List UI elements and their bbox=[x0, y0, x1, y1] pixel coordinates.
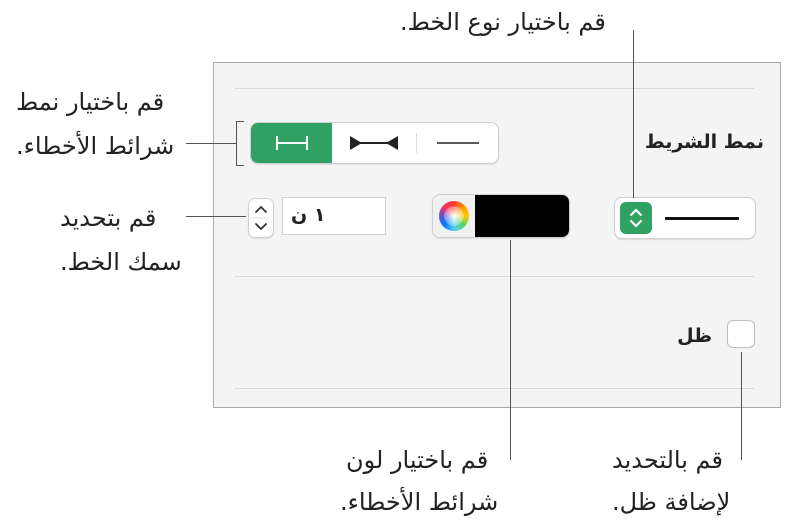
callout-line-width-line1: قم بتحديد bbox=[60, 204, 157, 232]
callout-line-shadow bbox=[741, 352, 742, 460]
callout-endpoint-style-line2: شرائط الأخطاء. bbox=[16, 132, 175, 160]
callout-line-line-width bbox=[186, 216, 246, 217]
callout-line-line-type bbox=[633, 30, 634, 198]
callout-line-width-line2: سمك الخط. bbox=[60, 248, 182, 276]
endpoint-style-option-none[interactable] bbox=[417, 123, 498, 163]
divider-middle bbox=[234, 276, 754, 277]
callout-shadow-line2: لإضافة ظل. bbox=[612, 488, 731, 516]
color-wheel-button[interactable] bbox=[433, 195, 475, 237]
callout-line-line-color bbox=[510, 240, 511, 460]
line-width-value: ١ ن bbox=[291, 204, 326, 226]
line-type-popup[interactable] bbox=[614, 197, 756, 239]
popup-chevron-icon bbox=[620, 202, 652, 234]
callout-line-type: قم باختيار نوع الخط. bbox=[400, 8, 606, 36]
divider-top bbox=[234, 88, 754, 89]
shadow-checkbox[interactable] bbox=[727, 320, 755, 348]
solid-line-preview bbox=[665, 217, 739, 220]
callout-bracket-vertical bbox=[236, 121, 237, 165]
endpoint-style-option-bar-caps[interactable] bbox=[251, 123, 332, 163]
line-width-field[interactable]: ١ ن bbox=[282, 197, 386, 235]
callout-line-endpoint-style bbox=[186, 143, 236, 144]
color-wheel-center bbox=[444, 206, 464, 226]
callout-shadow-line1: قم بالتحديد bbox=[612, 446, 723, 474]
callout-bracket-top bbox=[236, 121, 244, 122]
endpoint-style-segmented-control bbox=[250, 122, 499, 164]
divider-bottom bbox=[234, 388, 754, 389]
callout-line-color-line1: قم باختيار لون bbox=[346, 446, 489, 474]
color-controls bbox=[432, 194, 570, 238]
line-color-well[interactable] bbox=[475, 195, 569, 237]
callout-line-color-line2: شرائط الأخطاء. bbox=[340, 488, 499, 516]
shadow-label: ظل bbox=[677, 325, 712, 347]
line-width-stepper[interactable] bbox=[248, 198, 274, 238]
callout-bracket-bottom bbox=[236, 165, 244, 166]
callout-endpoint-style-line1: قم باختيار نمط bbox=[16, 88, 165, 116]
stroke-style-label: نمط الشريط bbox=[644, 131, 764, 153]
endpoint-style-option-arrows[interactable] bbox=[332, 123, 416, 163]
